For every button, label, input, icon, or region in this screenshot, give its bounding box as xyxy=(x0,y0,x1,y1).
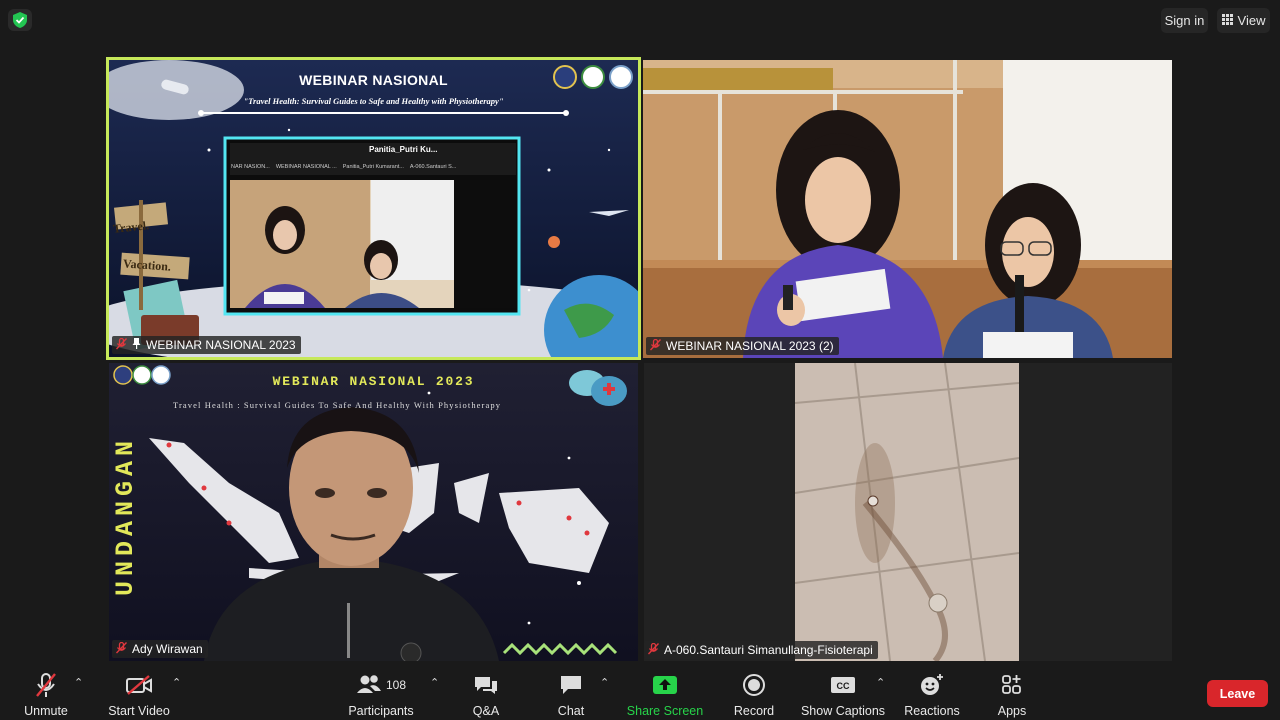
inner-thumb-label: A-060.Santauri S... xyxy=(409,164,457,170)
participant-name-tag: A-060.Santauri Simanullang-Fisioterapi xyxy=(644,641,878,659)
sign-in-button[interactable]: Sign in xyxy=(1161,8,1208,33)
inner-thumbnail-strip: NAR NASION... WEBINAR NASIONAL ... Panit… xyxy=(231,164,517,170)
svg-text:CC: CC xyxy=(837,681,850,691)
presenters-video-frame xyxy=(643,60,1172,358)
top-bar: Sign in View xyxy=(0,0,1280,44)
record-icon xyxy=(742,672,766,698)
participant-name: WEBINAR NASIONAL 2023 (2) xyxy=(666,339,834,353)
participant-name: WEBINAR NASIONAL 2023 xyxy=(146,338,296,352)
show-captions-button[interactable]: CC Show Captions xyxy=(800,672,886,718)
mic-muted-icon xyxy=(649,338,662,354)
background-subtitle: Travel Health : Survival Guides To Safe … xyxy=(173,400,502,410)
inner-thumb-label: Panitia_Putri Kumarant... xyxy=(342,164,404,170)
chat-label: Chat xyxy=(557,704,585,718)
encryption-shield-icon[interactable] xyxy=(8,9,32,31)
participant-name: A-060.Santauri Simanullang-Fisioterapi xyxy=(664,643,873,657)
apps-button[interactable]: Apps xyxy=(992,672,1032,718)
unmute-button[interactable]: Unmute xyxy=(18,672,74,718)
background-title: WEBINAR NASIONAL 2023 xyxy=(272,374,475,389)
share-screen-button[interactable]: Share Screen xyxy=(626,672,704,718)
inner-thumb-label: WEBINAR NASIONAL ... xyxy=(275,164,337,170)
record-label: Record xyxy=(733,704,775,718)
slide-title: WEBINAR NASIONAL xyxy=(299,72,448,88)
reactions-button[interactable]: Reactions xyxy=(903,672,961,718)
participants-icon-group: 108 xyxy=(356,672,406,698)
view-button[interactable]: View xyxy=(1217,8,1270,33)
grid-view-icon xyxy=(1221,13,1233,28)
pin-icon xyxy=(132,338,141,352)
background-side-text: UNDANGAN xyxy=(111,435,140,597)
cc-icon: CC xyxy=(830,672,856,698)
meeting-toolbar: Unmute ⌃ Start Video ⌃ 108 Participants … xyxy=(0,664,1280,720)
inner-speaker-label: Panitia_Putri Ku... xyxy=(369,145,438,154)
unmute-label: Unmute xyxy=(24,704,68,718)
participants-button[interactable]: 108 Participants xyxy=(346,672,416,718)
mic-muted-icon xyxy=(647,642,660,658)
participant-name-tag: WEBINAR NASIONAL 2023 xyxy=(112,336,301,354)
participant-name-tag: WEBINAR NASIONAL 2023 (2) xyxy=(646,337,839,355)
video-off-icon xyxy=(125,672,153,698)
video-tile-presenters[interactable]: WEBINAR NASIONAL 2023 (2) xyxy=(643,60,1172,358)
participants-count: 108 xyxy=(385,678,407,692)
ceiling-video-frame xyxy=(795,363,1019,661)
chat-options-caret-icon[interactable]: ⌃ xyxy=(600,676,609,689)
participant-name: Ady Wirawan xyxy=(132,642,203,656)
reactions-label: Reactions xyxy=(904,704,960,718)
leave-button[interactable]: Leave xyxy=(1207,680,1268,707)
participant-name-tag: Ady Wirawan xyxy=(112,640,208,658)
mic-muted-icon xyxy=(34,672,58,698)
participants-label: Participants xyxy=(348,704,414,718)
qa-label: Q&A xyxy=(472,704,500,718)
show-captions-label: Show Captions xyxy=(800,704,886,718)
apps-icon xyxy=(1001,672,1023,698)
qa-icon xyxy=(473,672,499,698)
slide-subtitle: "Travel Health: Survival Guides to Safe … xyxy=(243,96,504,106)
ceiling-camera-feed xyxy=(795,363,1019,661)
chat-button[interactable]: Chat xyxy=(551,672,591,718)
chat-icon xyxy=(559,672,583,698)
participants-options-caret-icon[interactable]: ⌃ xyxy=(430,676,439,689)
qa-button[interactable]: Q&A xyxy=(466,672,506,718)
view-label: View xyxy=(1237,13,1266,28)
captions-options-caret-icon[interactable]: ⌃ xyxy=(876,676,885,689)
record-button[interactable]: Record xyxy=(733,672,775,718)
video-options-caret-icon[interactable]: ⌃ xyxy=(172,676,181,689)
video-tile-webinar[interactable]: WEBINAR NASIONAL "Travel Health: Surviva… xyxy=(106,57,641,360)
share-screen-label: Share Screen xyxy=(626,704,704,718)
share-up-arrow-icon xyxy=(652,672,678,698)
video-tile-ady-wirawan[interactable]: WEBINAR NASIONAL 2023 Travel Health : Su… xyxy=(109,363,638,661)
apps-label: Apps xyxy=(997,704,1027,718)
mic-muted-icon xyxy=(115,641,128,657)
mic-muted-icon xyxy=(115,337,128,353)
inner-thumb-label: NAR NASION... xyxy=(231,164,270,170)
audio-options-caret-icon[interactable]: ⌃ xyxy=(74,676,83,689)
start-video-button[interactable]: Start Video xyxy=(104,672,174,718)
start-video-label: Start Video xyxy=(108,704,170,718)
participants-icon xyxy=(356,674,382,697)
reactions-icon xyxy=(919,672,945,698)
